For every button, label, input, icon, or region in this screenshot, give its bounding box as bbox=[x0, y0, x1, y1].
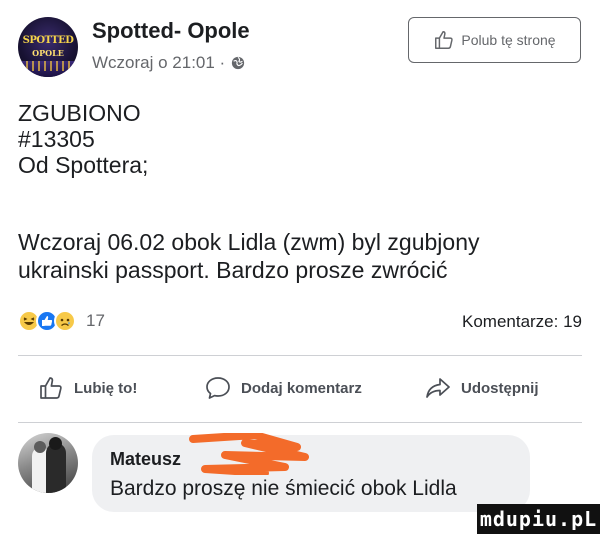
like-button[interactable]: Lubię to! bbox=[38, 373, 137, 403]
comment-button-label: Dodaj komentarz bbox=[241, 379, 362, 397]
page-name[interactable]: Spotted- Opole bbox=[92, 18, 250, 44]
post-timestamp[interactable]: Wczoraj o 21:01 · bbox=[92, 53, 225, 73]
globe-icon bbox=[232, 56, 245, 70]
sad-reaction-icon bbox=[54, 310, 76, 332]
watermark-logo: mdupiu.pL bbox=[477, 504, 600, 534]
avatar-lights bbox=[26, 61, 70, 71]
divider bbox=[18, 355, 582, 356]
comment-bubble: Mateusz Bardzo proszę nie śmiecić obok L… bbox=[92, 433, 530, 512]
thumbs-up-icon bbox=[40, 377, 62, 399]
page-avatar[interactable]: SPOTTED OPOLE bbox=[18, 17, 78, 77]
action-bar: Lubię to! Dodaj komentarz Udostępnij bbox=[18, 373, 582, 403]
like-page-label: Polub tę stronę bbox=[461, 32, 556, 48]
commenter-avatar[interactable] bbox=[18, 433, 78, 493]
thumbs-up-icon bbox=[435, 31, 454, 49]
avatar-logo-subtext: OPOLE bbox=[32, 48, 64, 58]
post-line: ZGUBIONO bbox=[18, 100, 141, 126]
comments-count[interactable]: Komentarze: 19 bbox=[462, 312, 582, 332]
comment-text: Bardzo proszę nie śmiecić obok Lidla bbox=[110, 477, 457, 500]
comment-icon bbox=[206, 377, 230, 399]
share-icon bbox=[426, 378, 450, 398]
comment-button[interactable]: Dodaj komentarz bbox=[205, 373, 362, 403]
like-page-button[interactable]: Polub tę stronę bbox=[408, 17, 581, 63]
post-hashtag[interactable]: #13305 bbox=[18, 126, 588, 152]
reaction-count: 17 bbox=[86, 311, 105, 330]
post-line: Od Spottera; bbox=[18, 152, 149, 178]
share-button-label: Udostępnij bbox=[461, 379, 539, 397]
share-button[interactable]: Udostępnij bbox=[425, 373, 539, 403]
comment-author[interactable]: Mateusz bbox=[110, 449, 181, 470]
post-meta: Wczoraj o 21:01 · bbox=[92, 53, 245, 73]
redaction-scribble bbox=[189, 433, 309, 475]
post-body-line: Wczoraj 06.02 obok Lidla (zwm) byl zgubj… bbox=[18, 229, 480, 255]
divider bbox=[18, 422, 582, 423]
like-button-label: Lubię to! bbox=[74, 379, 138, 397]
reactions-summary[interactable]: 17 bbox=[18, 310, 105, 332]
avatar-logo-text: SPOTTED bbox=[22, 35, 74, 46]
post-text: ZGUBIONO #13305 Od Spottera; Wczoraj 06.… bbox=[18, 100, 588, 285]
post-body-line: ukrainski passport. Bardzo prosze zwróci… bbox=[18, 257, 448, 283]
